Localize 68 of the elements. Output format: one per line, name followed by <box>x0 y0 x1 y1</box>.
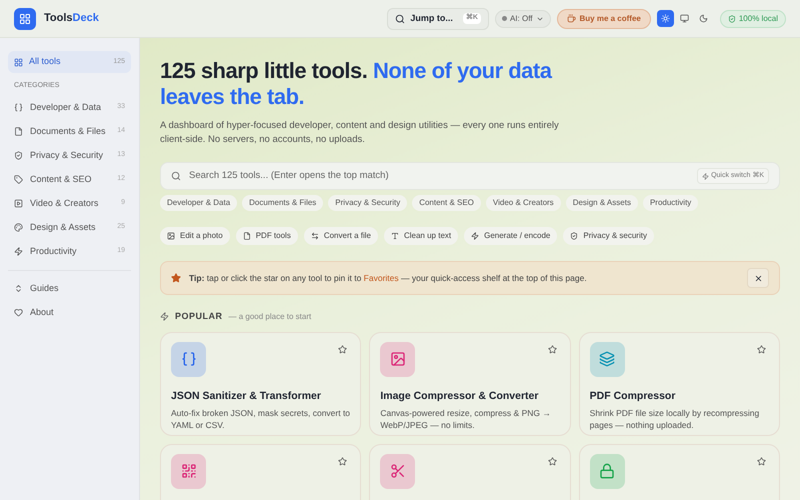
card-description: Shrink PDF file size locally by recompressing pages — nothing uploaded. <box>590 407 760 432</box>
search-icon <box>395 14 406 24</box>
brand-name: ToolsDeck <box>44 11 99 26</box>
sidebar-link[interactable]: About <box>8 300 131 324</box>
tool-card[interactable]: PDF Compressor Shrink PDF file size locally by recompressing pages — nothing uploaded. <box>578 332 780 436</box>
star-icon <box>171 273 181 283</box>
palette-icon <box>14 223 23 232</box>
category-chip[interactable]: Productivity <box>642 195 698 211</box>
category-chip[interactable]: Design & Assets <box>566 195 638 211</box>
monitor-icon <box>680 14 689 23</box>
close-icon <box>754 274 762 282</box>
favorite-star-icon[interactable] <box>338 344 348 354</box>
task-chip[interactable]: Convert a file <box>304 227 378 245</box>
chevrons-icon <box>14 284 23 293</box>
lightning-icon <box>14 247 23 256</box>
favorite-star-icon[interactable] <box>548 456 557 466</box>
arrows-icon <box>310 232 319 240</box>
lightning-icon <box>471 232 480 240</box>
theme-light-button[interactable] <box>656 10 674 27</box>
favorite-star-icon[interactable] <box>756 456 766 466</box>
task-chip[interactable]: Privacy & security <box>563 227 654 245</box>
close-button[interactable] <box>747 268 769 288</box>
category-chip[interactable]: Developer & Data <box>160 195 238 211</box>
file-icon <box>14 127 23 136</box>
sun-icon <box>660 14 670 23</box>
braces-icon <box>14 103 23 112</box>
grid-icon <box>14 58 23 66</box>
play-icon <box>14 199 23 208</box>
shield-icon <box>570 232 578 240</box>
tag-icon <box>14 175 23 184</box>
heart-icon <box>14 308 23 317</box>
hero-description: A dashboard of hyper-focused developer, content and design utilities — every one runs entirely client-side. No servers, no accounts, no uploads. <box>160 119 560 147</box>
cup-icon <box>566 14 576 23</box>
local-badge: 100% local <box>720 10 786 28</box>
task-chip[interactable]: PDF tools <box>236 227 298 245</box>
image-icon <box>167 232 175 240</box>
logo-icon <box>14 8 36 30</box>
favorites-link[interactable]: Favorites <box>364 272 399 283</box>
category-chip[interactable]: Documents & Files <box>242 195 324 211</box>
search-icon <box>171 171 181 181</box>
section-subheading: — a good place to start <box>228 310 312 323</box>
card-title: PDF Compressor <box>590 388 676 404</box>
coffee-button[interactable]: Buy me a coffee <box>556 8 651 28</box>
tool-card[interactable]: JSON Sanitizer & Transformer Auto-fix broken JSON, mask secrets, convert to YAML or CSV. <box>160 332 362 436</box>
favorite-star-icon[interactable] <box>338 456 348 466</box>
hero-title: 125 sharp little tools. None of your data leaves the tab. <box>160 58 554 110</box>
category-chip[interactable]: Video & Creators <box>486 195 561 211</box>
tool-card[interactable]: Image Compressor & Converter Canvas-powered resize, compress & PNG → WebP/JPEG — no limits. <box>369 332 571 436</box>
task-chip[interactable]: Generate / encode <box>464 227 558 245</box>
sidebar-link[interactable]: Guides <box>8 276 131 300</box>
favorite-star-icon[interactable] <box>756 344 766 354</box>
file-icon <box>242 232 251 240</box>
text-icon <box>390 232 399 240</box>
card-description: Canvas-powered resize, compress & PNG → WebP/JPEG — no limits. <box>380 407 552 432</box>
ai-toggle[interactable]: AI: Off <box>494 10 550 28</box>
category-chip[interactable]: Content & SEO <box>412 195 481 211</box>
favorite-star-icon[interactable] <box>548 344 557 354</box>
card-description: Auto-fix broken JSON, mask secrets, convert to YAML or CSV. <box>171 407 350 432</box>
task-chip[interactable]: Edit a photo <box>160 227 230 245</box>
tip-text: Tip: tap or click the star on any tool to pin it to Favorites — your quick-access shelf at the top of this page. <box>189 272 588 284</box>
card-title: JSON Sanitizer & Transformer <box>171 388 322 404</box>
moon-icon <box>698 14 708 23</box>
task-chip[interactable]: Clean up text <box>384 227 458 245</box>
category-chip[interactable]: Privacy & Security <box>328 195 408 211</box>
lightning-icon <box>160 312 169 322</box>
section-heading: POPULAR <box>175 310 223 323</box>
shield-icon <box>14 151 23 160</box>
card-title: Image Compressor & Converter <box>380 388 540 404</box>
